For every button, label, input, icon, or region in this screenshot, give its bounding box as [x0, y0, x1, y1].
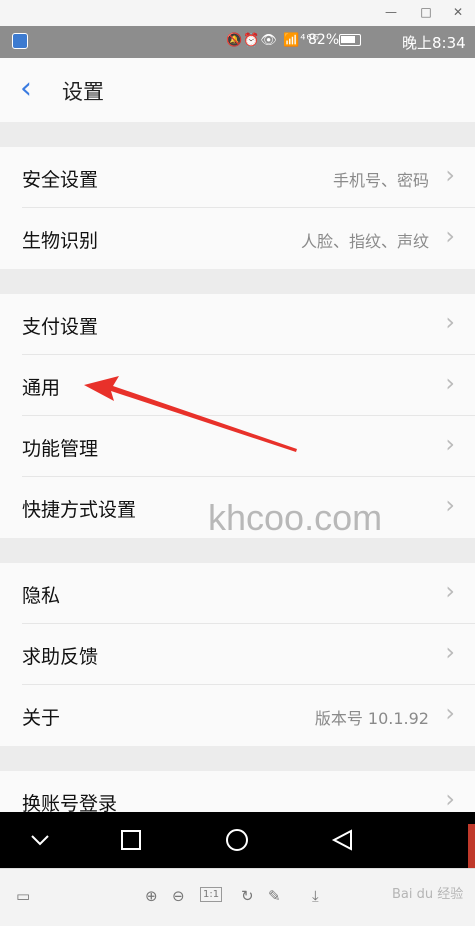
annotation-arrow-shape — [84, 376, 297, 452]
home-icon[interactable] — [226, 829, 248, 851]
actual-size-button[interactable]: 1:1 — [200, 887, 223, 902]
zoom-out-icon[interactable]: ⊖ — [172, 887, 185, 905]
edit-pencil-icon[interactable]: ✎ — [268, 887, 281, 905]
edge-marker — [468, 824, 475, 868]
source-watermark: Bai du 经验 — [392, 887, 464, 902]
hide-keyboard-icon[interactable] — [30, 834, 50, 846]
layout-icon[interactable]: ▭ — [16, 887, 30, 905]
back-triangle-icon[interactable] — [331, 829, 353, 851]
rotate-icon[interactable]: ↻ — [241, 887, 254, 905]
download-icon[interactable]: ⤓ — [312, 887, 319, 905]
zoom-in-icon[interactable]: ⊕ — [145, 887, 158, 905]
android-nav-bar — [0, 812, 475, 868]
recent-apps-icon[interactable] — [121, 830, 141, 850]
viewer-toolbar: ▭ ⊕ ⊖ 1:1 ↻ ✎ ⤓ Bai du 经验 — [0, 868, 475, 926]
annotation-arrow — [84, 376, 297, 452]
watermark: khcoo.com — [208, 497, 383, 538]
